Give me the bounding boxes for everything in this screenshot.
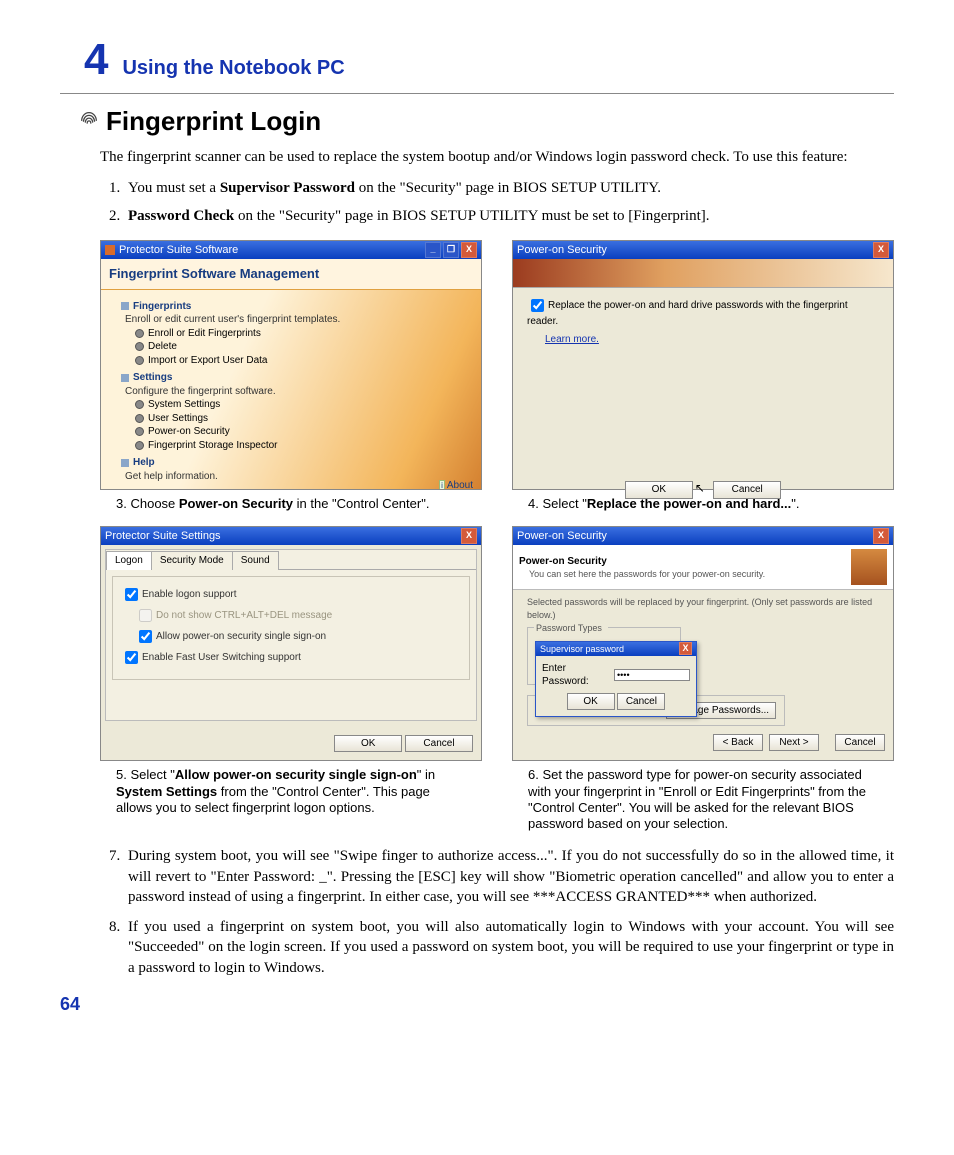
wizard-image-icon: [851, 549, 887, 585]
instruction-list-bottom: During system boot, you will see "Swipe …: [106, 846, 894, 978]
chapter-header: 4 Using the Notebook PC: [60, 30, 894, 94]
step-8: If you used a fingerprint on system boot…: [124, 917, 894, 978]
caption-3: 3. Choose Power-on Security in the "Cont…: [116, 496, 466, 512]
instruction-list-top: You must set a Supervisor Password on th…: [106, 178, 894, 227]
caption-5: 5. Select "Allow power-on security singl…: [116, 767, 466, 816]
close-icon[interactable]: X: [461, 528, 477, 544]
page-number: 64: [60, 992, 894, 1016]
link-import[interactable]: Import or Export User Data: [135, 354, 461, 368]
link-system-settings[interactable]: System Settings: [135, 398, 461, 412]
window-titlebar: Protector Suite Software _ ❐ X: [101, 241, 481, 259]
caption-6: 6. Set the password type for power-on se…: [528, 767, 878, 832]
group-help: Help: [121, 456, 461, 470]
link-user-settings[interactable]: User Settings: [135, 412, 461, 426]
app-icon: [105, 245, 115, 255]
step-2: Password Check on the "Security" page in…: [124, 206, 894, 226]
tab-security-mode[interactable]: Security Mode: [151, 551, 233, 570]
minimize-icon[interactable]: _: [425, 242, 441, 258]
screenshot-power-on-security-check: Power-on Security X Replace the power-on…: [512, 240, 894, 490]
square-icon: [121, 302, 129, 310]
group-settings: Settings: [121, 371, 461, 385]
screenshot-power-on-security-wizard: Power-on SecurityX Power-on Security You…: [512, 526, 894, 761]
link-about[interactable]: iAbout: [439, 479, 473, 490]
tab-logon[interactable]: Logon: [106, 551, 152, 570]
link-power-on-security[interactable]: Power-on Security: [135, 425, 461, 439]
back-button[interactable]: < Back: [713, 734, 763, 752]
panel-heading: Fingerprint Software Management: [101, 259, 481, 290]
ok-button[interactable]: OK: [334, 735, 402, 753]
maximize-icon[interactable]: ❐: [443, 242, 459, 258]
tab-sound[interactable]: Sound: [232, 551, 279, 570]
link-delete[interactable]: Delete: [135, 340, 461, 354]
intro-paragraph: The fingerprint scanner can be used to r…: [100, 147, 894, 167]
step-1: You must set a Supervisor Password on th…: [124, 178, 894, 198]
checkbox-power-on-sso[interactable]: Allow power-on security single sign-on: [135, 627, 461, 646]
password-input[interactable]: [614, 669, 690, 681]
cancel-button[interactable]: Cancel: [405, 735, 473, 753]
ok-button[interactable]: OK: [567, 693, 615, 711]
cancel-button[interactable]: Cancel: [835, 734, 885, 752]
next-button[interactable]: Next >: [769, 734, 819, 752]
screenshot-control-center: Protector Suite Software _ ❐ X Fingerpri…: [100, 240, 482, 490]
section-title: Fingerprint Login: [106, 104, 321, 139]
cursor-icon: ↖: [695, 481, 705, 495]
step-7: During system boot, you will see "Swipe …: [124, 846, 894, 907]
close-icon[interactable]: X: [873, 242, 889, 258]
checkbox-replace-power-on[interactable]: Replace the power-on and hard drive pass…: [527, 300, 848, 327]
group-fingerprints: Fingerprints: [121, 300, 461, 314]
screenshot-suite-settings: Protector Suite SettingsX Logon Security…: [100, 526, 482, 761]
link-fsi[interactable]: Fingerprint Storage Inspector: [135, 439, 461, 453]
cancel-button[interactable]: Cancel: [713, 481, 781, 499]
fingerprint-icon: [78, 108, 100, 136]
link-enroll[interactable]: Enroll or Edit Fingerprints: [135, 327, 461, 341]
chapter-title: Using the Notebook PC: [122, 55, 344, 82]
close-icon[interactable]: X: [461, 242, 477, 258]
close-icon[interactable]: X: [679, 642, 692, 655]
header-image: [513, 259, 893, 288]
link-learn-more[interactable]: Learn more.: [545, 333, 599, 347]
checkbox-enable-logon[interactable]: Enable logon support: [121, 585, 461, 604]
checkbox-ctrl-alt-del: Do not show CTRL+ALT+DEL message: [135, 606, 461, 625]
ok-button[interactable]: OK: [625, 481, 693, 499]
supervisor-password-dialog: Supervisor passwordX Enter Password: OK …: [535, 641, 697, 718]
cancel-button[interactable]: Cancel: [617, 693, 665, 711]
chapter-number: 4: [84, 30, 108, 89]
checkbox-fast-user-switching[interactable]: Enable Fast User Switching support: [121, 648, 461, 667]
close-icon[interactable]: X: [873, 528, 889, 544]
